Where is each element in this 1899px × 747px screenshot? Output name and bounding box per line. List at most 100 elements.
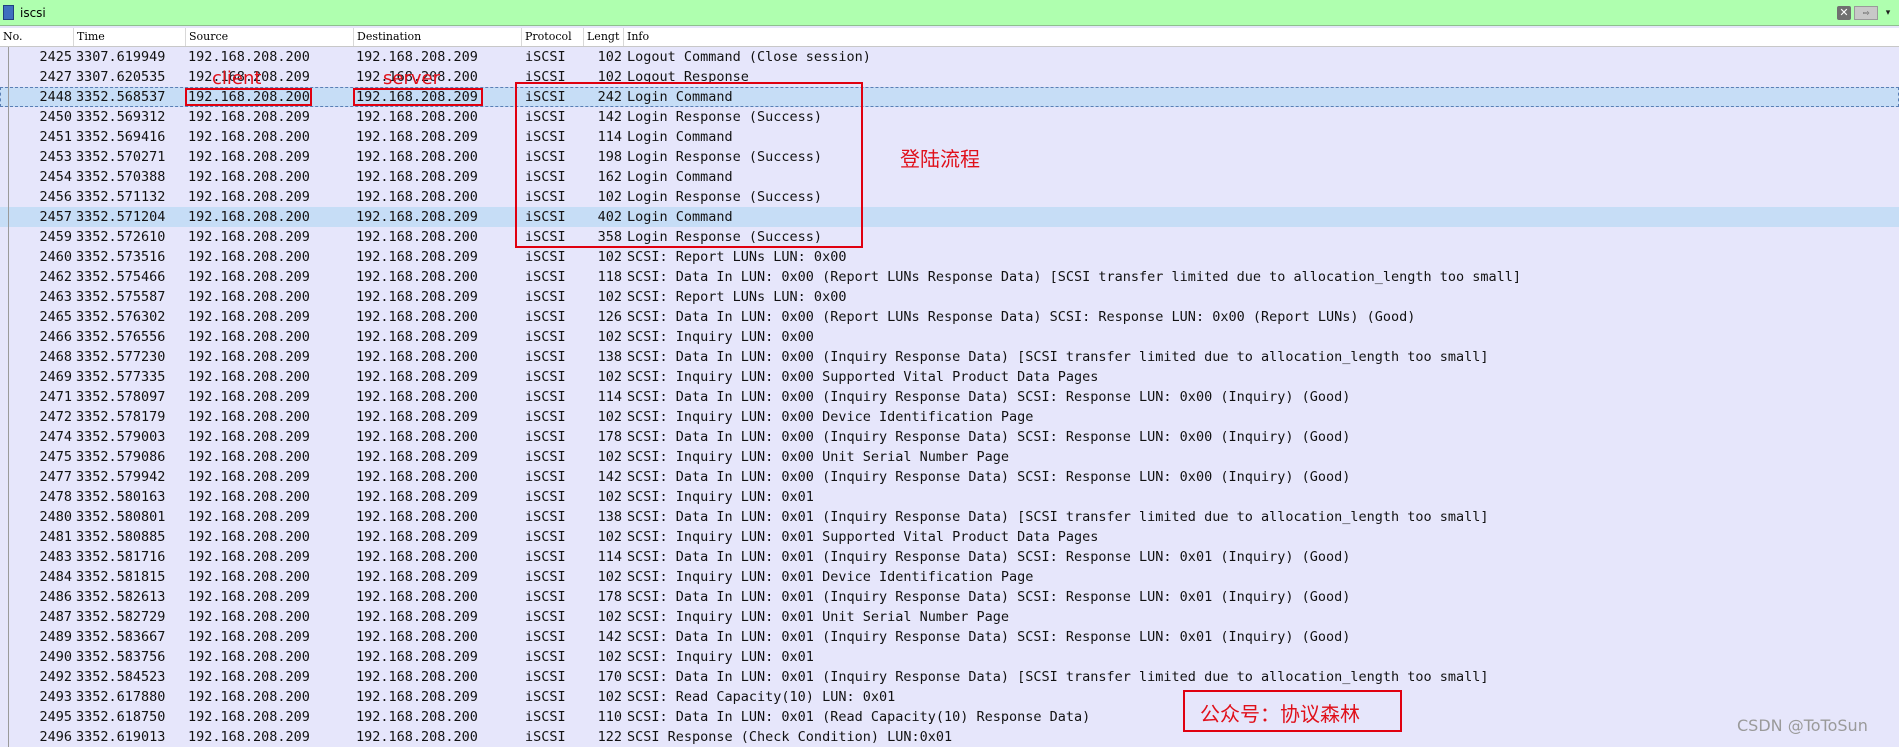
packet-source: 192.168.208.209 <box>188 469 310 485</box>
column-header-destination[interactable]: Destination <box>354 28 522 46</box>
packet-protocol: iSCSI <box>525 49 566 65</box>
packet-time: 3352.583756 <box>76 649 166 665</box>
packet-protocol: iSCSI <box>525 289 566 305</box>
packet-row[interactable]: 2480 3352.580801 192.168.208.209 192.168.20… <box>0 507 1899 527</box>
packet-source: 192.168.208.209 <box>188 309 310 325</box>
packet-number: 2448 <box>39 89 72 105</box>
column-header-time[interactable]: Time <box>74 28 186 46</box>
packet-time: 3352.582613 <box>76 589 166 605</box>
packet-row[interactable]: 2475 3352.579086 192.168.208.200 192.168.20… <box>0 447 1899 467</box>
packet-time: 3352.580801 <box>76 509 166 525</box>
packet-row[interactable]: 2474 3352.579003 192.168.208.209 192.168.20… <box>0 427 1899 447</box>
packet-row[interactable]: 2425 3307.619949 192.168.208.200 192.168.20… <box>0 47 1899 67</box>
packet-destination: 192.168.208.200 <box>356 149 478 165</box>
packet-destination: 192.168.208.209 <box>356 209 478 225</box>
packet-time: 3352.579942 <box>76 469 166 485</box>
packet-row[interactable]: 2427 3307.620535 192.168.208.209 192.168.20… <box>0 67 1899 87</box>
packet-length: 102 <box>597 329 622 345</box>
packet-protocol: iSCSI <box>525 429 566 445</box>
packet-row[interactable]: 2483 3352.581716 192.168.208.209 192.168.20… <box>0 547 1899 567</box>
packet-row[interactable]: 2492 3352.584523 192.168.208.209 192.168.20… <box>0 667 1899 687</box>
packet-info: Logout Command (Close session) <box>627 49 871 65</box>
packet-protocol: iSCSI <box>525 729 566 745</box>
packet-info: SCSI: Inquiry LUN: 0x01 Supported Vital … <box>627 529 1099 545</box>
packet-row[interactable]: 2486 3352.582613 192.168.208.209 192.168.20… <box>0 587 1899 607</box>
packet-destination: 192.168.208.200 <box>356 469 478 485</box>
packet-row[interactable]: 2496 3352.619013 192.168.208.209 192.168.20… <box>0 727 1899 747</box>
packet-protocol: iSCSI <box>525 649 566 665</box>
packet-number: 2456 <box>39 189 72 205</box>
packet-length: 102 <box>597 609 622 625</box>
bookmark-icon[interactable] <box>3 5 14 20</box>
filter-history-dropdown-icon[interactable]: ▾ <box>1882 6 1894 20</box>
packet-source: 192.168.208.200 <box>188 129 310 145</box>
packet-number: 2492 <box>39 669 72 685</box>
packet-row[interactable]: 2472 3352.578179 192.168.208.200 192.168.20… <box>0 407 1899 427</box>
packet-time: 3352.582729 <box>76 609 166 625</box>
packet-source: 192.168.208.209 <box>188 229 310 245</box>
packet-destination: 192.168.208.209 <box>356 449 478 465</box>
packet-destination: 192.168.208.200 <box>356 309 478 325</box>
packet-row[interactable]: 2466 3352.576556 192.168.208.200 192.168.20… <box>0 327 1899 347</box>
packet-time: 3352.579086 <box>76 449 166 465</box>
packet-number: 2495 <box>39 709 72 725</box>
apply-filter-arrow-icon[interactable]: ⇨ <box>1854 6 1878 20</box>
packet-info: SCSI: Data In LUN: 0x00 (Inquiry Respons… <box>627 389 1351 405</box>
packet-row[interactable]: 2471 3352.578097 192.168.208.209 192.168.20… <box>0 387 1899 407</box>
packet-number: 2466 <box>39 329 72 345</box>
column-header-protocol[interactable]: Protocol <box>522 28 584 46</box>
packet-source: 192.168.208.209 <box>188 349 310 365</box>
packet-source: 192.168.208.200 <box>188 649 310 665</box>
packet-protocol: iSCSI <box>525 629 566 645</box>
packet-protocol: iSCSI <box>525 569 566 585</box>
packet-source: 192.168.208.200 <box>188 209 310 225</box>
packet-length: 122 <box>597 729 622 745</box>
clear-filter-icon[interactable]: ✕ <box>1837 6 1851 20</box>
packet-info: SCSI: Inquiry LUN: 0x00 Unit Serial Numb… <box>627 449 1010 465</box>
packet-info: SCSI: Data In LUN: 0x01 (Inquiry Respons… <box>627 549 1351 565</box>
packet-row[interactable]: 2465 3352.576302 192.168.208.209 192.168.20… <box>0 307 1899 327</box>
packet-source: 192.168.208.209 <box>188 549 310 565</box>
column-header-no[interactable]: No. <box>0 28 74 46</box>
packet-destination: 192.168.208.209 <box>356 569 478 585</box>
column-header-info[interactable]: Info <box>624 28 1899 46</box>
packet-row[interactable]: 2463 3352.575587 192.168.208.200 192.168.20… <box>0 287 1899 307</box>
packet-number: 2486 <box>39 589 72 605</box>
packet-row[interactable]: 2460 3352.573516 192.168.208.200 192.168.20… <box>0 247 1899 267</box>
packet-row[interactable]: 2478 3352.580163 192.168.208.200 192.168.20… <box>0 487 1899 507</box>
packet-row[interactable]: 2487 3352.582729 192.168.208.200 192.168.20… <box>0 607 1899 627</box>
packet-time: 3352.578097 <box>76 389 166 405</box>
packet-row[interactable]: 2456 3352.571132 192.168.208.209 192.168.20… <box>0 187 1899 207</box>
packet-number: 2453 <box>39 149 72 165</box>
column-header-length[interactable]: Lengt <box>584 28 624 46</box>
packet-row[interactable]: 2469 3352.577335 192.168.208.200 192.168.20… <box>0 367 1899 387</box>
packet-source: 192.168.208.209 <box>188 189 310 205</box>
packet-length: 118 <box>597 269 622 285</box>
packet-row[interactable]: 2489 3352.583667 192.168.208.209 192.168.20… <box>0 627 1899 647</box>
packet-info: SCSI: Data In LUN: 0x01 (Inquiry Respons… <box>627 669 1489 685</box>
packet-info: SCSI: Inquiry LUN: 0x00 Supported Vital … <box>627 369 1099 385</box>
packet-destination: 192.168.208.209 <box>356 329 478 345</box>
packet-row[interactable]: 2495 3352.618750 192.168.208.209 192.168.20… <box>0 707 1899 727</box>
packet-source: 192.168.208.209 <box>188 429 310 445</box>
packet-row[interactable]: 2490 3352.583756 192.168.208.200 192.168.20… <box>0 647 1899 667</box>
display-filter-input[interactable] <box>20 3 1830 23</box>
packet-time: 3352.576302 <box>76 309 166 325</box>
packet-destination: 192.168.208.209 <box>356 689 478 705</box>
packet-number: 2496 <box>39 729 72 745</box>
packet-row[interactable]: 2457 3352.571204 192.168.208.200 192.168.20… <box>0 207 1899 227</box>
column-header-source[interactable]: Source <box>186 28 354 46</box>
packet-length: 110 <box>597 709 622 725</box>
packet-length: 138 <box>597 509 622 525</box>
packet-length: 102 <box>597 449 622 465</box>
packet-destination: 192.168.208.209 <box>356 369 478 385</box>
packet-row[interactable]: 2450 3352.569312 192.168.208.209 192.168.20… <box>0 107 1899 127</box>
packet-row[interactable]: 2462 3352.575466 192.168.208.209 192.168.20… <box>0 267 1899 287</box>
packet-row[interactable]: 2481 3352.580885 192.168.208.200 192.168.20… <box>0 527 1899 547</box>
packet-row[interactable]: 2493 3352.617880 192.168.208.200 192.168.20… <box>0 687 1899 707</box>
packet-row[interactable]: 2477 3352.579942 192.168.208.209 192.168.20… <box>0 467 1899 487</box>
packet-row[interactable]: 2468 3352.577230 192.168.208.209 192.168.20… <box>0 347 1899 367</box>
packet-source: 192.168.208.200 <box>188 529 310 545</box>
packet-row[interactable]: 2484 3352.581815 192.168.208.200 192.168.20… <box>0 567 1899 587</box>
packet-row[interactable]: 2459 3352.572610 192.168.208.209 192.168.20… <box>0 227 1899 247</box>
